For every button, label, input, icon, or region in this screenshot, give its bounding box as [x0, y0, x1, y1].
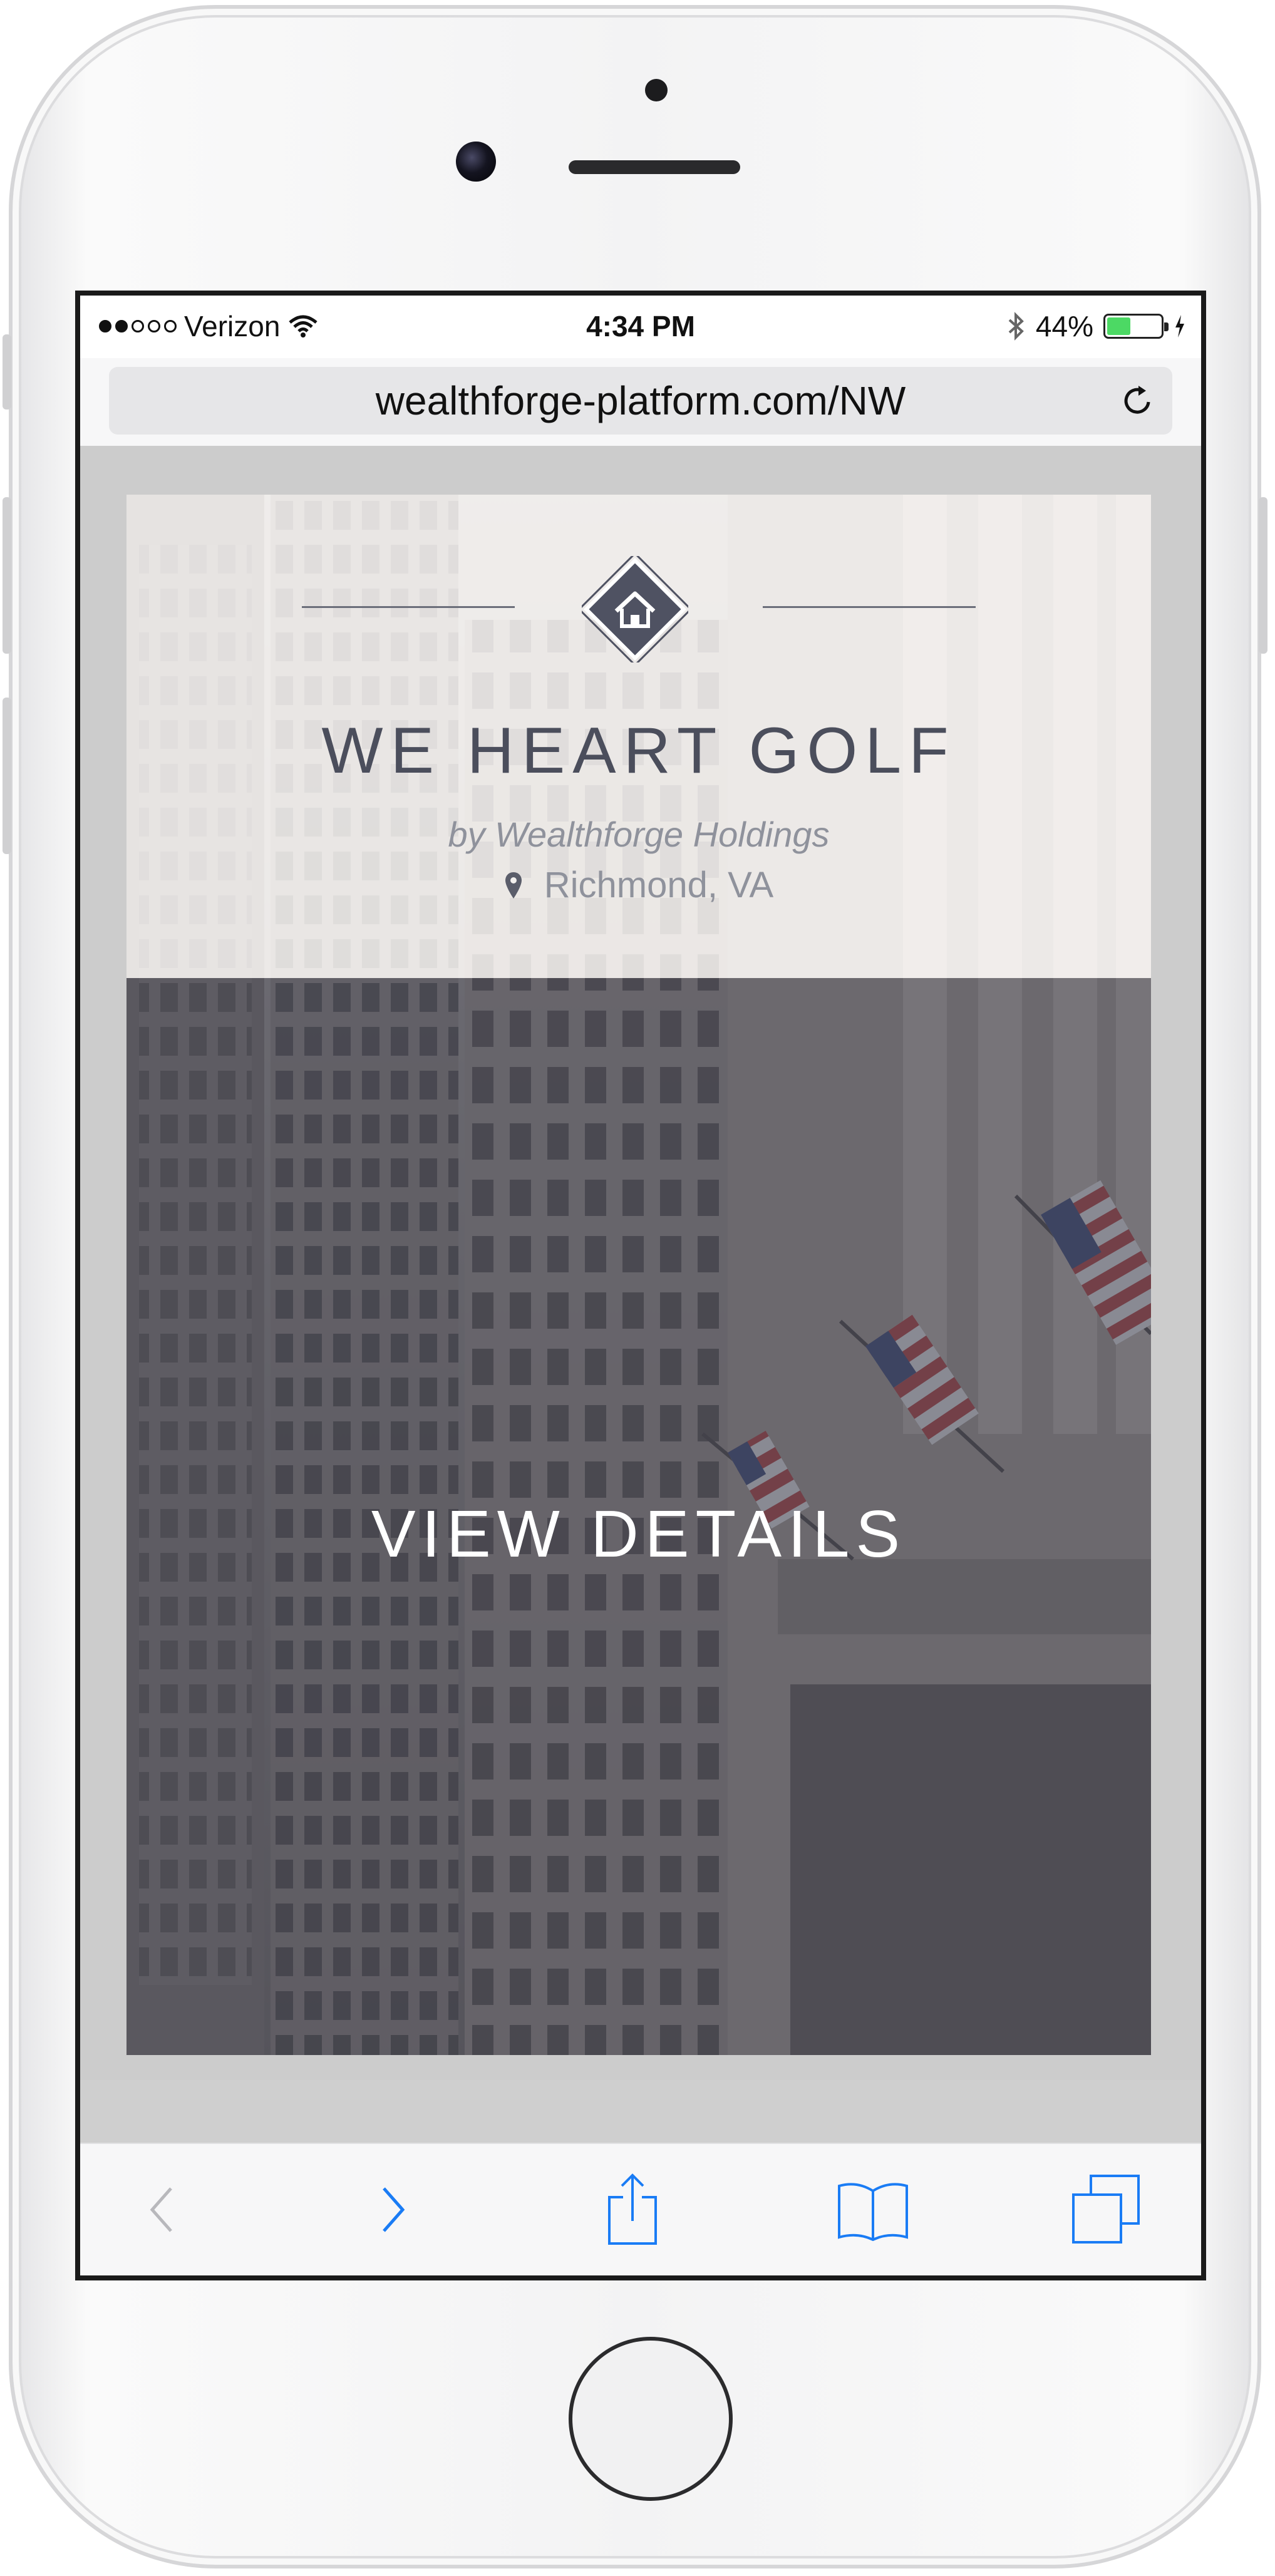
offering-issuer: by Wealthforge Holdings — [448, 815, 830, 854]
front-camera — [456, 142, 496, 182]
mute-switch — [3, 334, 11, 410]
tabs-button[interactable] — [1062, 2169, 1150, 2250]
charging-icon — [1175, 315, 1184, 337]
offering-header: WE HEART GOLF by Wealthforge Holdings Ri… — [126, 495, 1151, 978]
volume-down-button — [3, 698, 11, 854]
logo-divider-right — [763, 606, 976, 608]
view-details-button[interactable]: VIEW DETAILS — [126, 1497, 1151, 1572]
battery-percent: 44% — [1035, 310, 1093, 343]
bookmarks-button[interactable] — [829, 2169, 917, 2250]
reload-icon[interactable] — [1120, 382, 1157, 420]
url-text: wealthforge-platform.com/NW — [375, 378, 906, 423]
home-icon — [582, 556, 688, 662]
logo-divider-left — [302, 606, 515, 608]
share-button[interactable] — [589, 2169, 676, 2250]
bluetooth-icon — [1008, 312, 1024, 341]
volume-up-button — [3, 497, 11, 654]
location-text: Richmond, VA — [544, 865, 774, 905]
address-bar[interactable]: wealthforge-platform.com/NW — [109, 367, 1172, 435]
forward-icon — [383, 2187, 405, 2232]
power-button — [1259, 497, 1267, 654]
earpiece-speaker — [569, 160, 740, 174]
offering-location: Richmond, VA — [126, 864, 1151, 906]
offering-card[interactable]: WE HEART GOLF by Wealthforge Holdings Ri… — [126, 495, 1151, 2055]
share-icon — [608, 2173, 657, 2245]
logo-row — [126, 544, 1151, 669]
back-icon — [150, 2187, 172, 2232]
web-content: WE HEART GOLF by Wealthforge Holdings Ri… — [80, 446, 1201, 2080]
home-button[interactable] — [569, 2337, 733, 2501]
proximity-sensor — [645, 79, 668, 101]
battery-icon — [1103, 314, 1169, 339]
address-bar-area: wealthforge-platform.com/NW — [80, 358, 1201, 446]
bookmarks-icon — [838, 2183, 908, 2241]
back-button[interactable] — [118, 2169, 205, 2250]
offering-title: WE HEART GOLF — [321, 714, 956, 787]
location-pin-icon — [505, 872, 522, 899]
safari-toolbar — [80, 2143, 1201, 2275]
tabs-icon — [1072, 2175, 1140, 2244]
phone-screen: Verizon 4:34 PM 44% wealthforge-platform… — [75, 291, 1206, 2280]
forward-button[interactable] — [349, 2169, 437, 2250]
status-bar: Verizon 4:34 PM 44% — [80, 296, 1201, 358]
